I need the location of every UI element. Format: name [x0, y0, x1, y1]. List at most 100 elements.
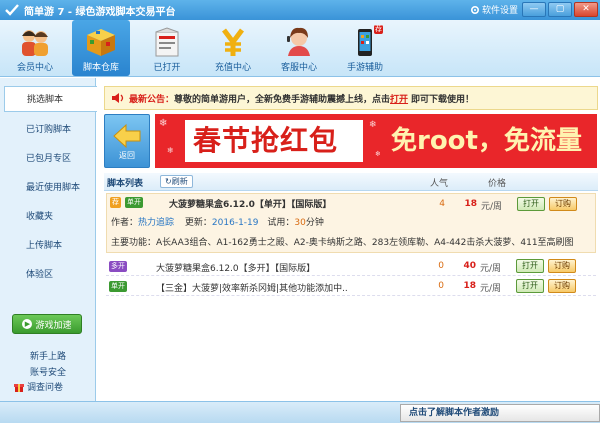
sidebar-item-monthly[interactable]: 已包月专区: [0, 145, 95, 174]
author-name[interactable]: 热力追踪: [138, 218, 174, 228]
main-nav: 会员中心 脚本仓库 已打开 充值中心 客服中心 荐 手游辅助: [0, 20, 600, 77]
trial-unit: 分钟: [305, 218, 324, 228]
price-unit: 元/周: [480, 284, 502, 294]
announcement-open-link[interactable]: 打开: [390, 92, 408, 105]
announcement-prefix: 最新公告：: [129, 94, 175, 105]
account-security-link[interactable]: 账号安全: [0, 365, 96, 378]
script-meta: 作者：热力追踪 更新：2016-1-19 试用：30分钟: [111, 215, 324, 228]
minimize-button[interactable]: —: [522, 2, 546, 17]
close-button[interactable]: ✕: [574, 2, 598, 17]
author-label: 作者：: [111, 218, 139, 228]
speed-icon: ▶: [22, 319, 33, 329]
title-bar: 简单游 7 - 绿色游戏脚本交易平台 软件设置 — ▢ ✕: [0, 0, 600, 20]
announcement-text: 尊敬的简单游用户，全新免费手游辅助震撼上线，点击: [174, 94, 391, 105]
nav-recharge[interactable]: 充值中心: [204, 20, 262, 76]
script-list-header: 脚本列表 ↻刷新 人气 价格: [104, 173, 598, 191]
refresh-label: 刷新: [171, 177, 188, 186]
subscribe-button[interactable]: 订购: [549, 197, 577, 211]
support-agent-icon: [281, 25, 317, 59]
nav-members[interactable]: 会员中心: [6, 20, 64, 76]
speaker-icon: [112, 93, 124, 103]
popularity-value: 0: [438, 261, 444, 271]
game-speed-button[interactable]: ▶ 游戏加速: [12, 314, 82, 334]
window-controls: — ▢ ✕: [522, 2, 598, 17]
price-value: 18: [463, 281, 476, 291]
single-open-tag: 单开: [125, 197, 143, 208]
sidebar-item-recent[interactable]: 最近使用脚本: [0, 174, 95, 203]
trial-minutes: 30: [294, 218, 306, 228]
nav-warehouse[interactable]: 脚本仓库: [72, 20, 130, 76]
price-value: 40: [463, 261, 476, 271]
nav-opened-label: 已打开: [153, 63, 181, 73]
nav-recharge-label: 充值中心: [214, 63, 251, 73]
snowflake-icon: ❄: [369, 120, 377, 130]
trial-label: 试用：: [267, 218, 295, 228]
opened-box-icon: [149, 25, 185, 59]
promo-banner[interactable]: 春节抢红包 免root，免流量 ❄ ❄ ❄ ❄: [155, 114, 597, 168]
sidebar-item-pick-script[interactable]: 挑选脚本: [4, 86, 97, 112]
column-price: 价格: [488, 179, 507, 189]
price-unit: 元/周: [481, 202, 503, 212]
gift-icon: [14, 383, 24, 392]
refresh-icon: ↻: [165, 177, 172, 186]
nav-mobile[interactable]: 荐 手游辅助: [336, 20, 394, 76]
table-row[interactable]: 单开 【三金】大菠萝|效率新杀冈姆|其他功能添加中.. 0 18 元/周 打开 …: [106, 278, 596, 296]
snowflake-icon: ❄: [375, 150, 381, 158]
nav-members-label: 会员中心: [16, 63, 53, 73]
table-row[interactable]: 多开 大菠萝糖果盒6.12.0【多开】【国际版】 0 40 元/周 打开 订购: [106, 258, 596, 276]
warehouse-cube-icon: [83, 25, 119, 59]
open-button[interactable]: 打开: [516, 279, 544, 293]
nav-opened[interactable]: 已打开: [138, 20, 196, 76]
yen-icon: [215, 25, 251, 59]
updated-label: 更新：: [184, 218, 212, 228]
settings-label: 软件设置: [481, 6, 518, 16]
script-name[interactable]: 大菠萝糖果盒6.12.0【单开】【国际版】: [169, 197, 331, 210]
sidebar-item-favorites[interactable]: 收藏夹: [0, 203, 95, 232]
author-incentive-link[interactable]: 点击了解脚本作者激励: [400, 404, 600, 422]
table-row[interactable]: 荐 单开 大菠萝糖果盒6.12.0【单开】【国际版】 4 18 元/周 打开 订…: [106, 193, 596, 253]
nav-support-label: 客服中心: [280, 63, 317, 73]
recommend-tag: 荐: [110, 197, 121, 208]
banner-text-no-root: 免root，免流量: [391, 126, 582, 156]
snowflake-icon: ❄: [167, 146, 174, 155]
sidebar-item-trial[interactable]: 体验区: [0, 261, 95, 290]
gear-icon: [470, 5, 479, 14]
sidebar-item-upload[interactable]: 上传脚本: [0, 232, 95, 261]
refresh-button[interactable]: ↻刷新: [160, 175, 193, 188]
announcement-bar: 最新公告： 尊敬的简单游用户，全新免费手游辅助震撼上线，点击 打开 即可下载使用…: [104, 86, 598, 110]
app-logo-icon: [4, 3, 20, 17]
back-button[interactable]: 返回: [104, 114, 150, 168]
script-name[interactable]: 大菠萝糖果盒6.12.0【多开】【国际版】: [156, 261, 315, 274]
multi-open-tag: 多开: [109, 261, 127, 272]
popularity-value: 4: [439, 199, 445, 209]
subscribe-button[interactable]: 订购: [548, 259, 576, 273]
survey-label: 调查问卷: [27, 383, 64, 393]
script-features: 主要功能：A长AA3组合、A1-162勇士之殿、A2-奥卡纳斯之路、283左领库…: [111, 238, 574, 248]
single-open-tag: 单开: [109, 281, 127, 292]
maximize-button[interactable]: ▢: [548, 2, 572, 17]
left-sidebar: 挑选脚本 已订购脚本 已包月专区 最近使用脚本 收藏夹 上传脚本 体验区 ▶ 游…: [0, 78, 97, 401]
banner-text-red-envelope: 春节抢红包: [193, 124, 339, 157]
recommend-badge: 荐: [374, 25, 383, 34]
nav-support[interactable]: 客服中心: [270, 20, 328, 76]
open-button[interactable]: 打开: [516, 259, 544, 273]
back-label: 返回: [119, 150, 135, 160]
nav-mobile-label: 手游辅助: [346, 63, 383, 73]
snowflake-icon: ❄: [159, 118, 168, 129]
script-name[interactable]: 【三金】大菠萝|效率新杀冈姆|其他功能添加中..: [156, 281, 348, 294]
beginner-guide-link[interactable]: 新手上路: [0, 349, 96, 362]
back-arrow-icon: [113, 123, 141, 148]
open-button[interactable]: 打开: [517, 197, 545, 211]
window-title: 简单游 7 - 绿色游戏脚本交易平台: [24, 6, 176, 18]
survey-link[interactable]: 调查问卷: [14, 380, 63, 393]
game-speed-label: 游戏加速: [35, 320, 72, 331]
sidebar-item-ordered[interactable]: 已订购脚本: [0, 116, 95, 145]
settings-button[interactable]: 软件设置: [470, 3, 518, 16]
subscribe-button[interactable]: 订购: [548, 279, 576, 293]
price-value: 18: [464, 199, 477, 209]
price-unit: 元/周: [480, 264, 502, 274]
popularity-value: 0: [438, 281, 444, 291]
nav-warehouse-label: 脚本仓库: [82, 63, 119, 73]
script-list-title: 脚本列表: [107, 179, 144, 189]
announcement-suffix: 即可下载使用！: [411, 94, 475, 105]
